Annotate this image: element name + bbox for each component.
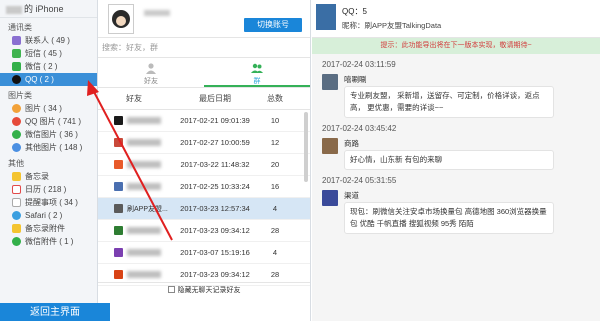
sidebar-item-photos[interactable]: 图片 ( 34 ) (0, 102, 97, 115)
blurred-name (127, 227, 161, 234)
sidebar-item-calendar[interactable]: 日历 ( 218 ) (0, 183, 97, 196)
sender-avatar (322, 190, 338, 206)
account-header: 切换账号 (98, 0, 310, 38)
blurred-name (127, 271, 161, 278)
sidebar-item-other-photos[interactable]: 其他图片 ( 148 ) (0, 141, 97, 154)
message-time: 2017-02-24 03:45:42 (322, 124, 397, 133)
contacts-panel: 切换账号 搜索：好友，群 好友 群 好友 最后日期 总数 2017-02-21 … (98, 0, 311, 321)
qq-icon (12, 75, 21, 84)
chat-message: 嘻唰唰 专业刷友盟， 采新增，送留存、可定制，价格详谈，返点高， 更优惠，需要的… (312, 74, 600, 118)
contact-avatar (114, 182, 123, 191)
contact-avatar (114, 248, 123, 257)
avatar-face-icon (112, 10, 130, 28)
blurred-name (127, 117, 161, 124)
qq-number: QQ：5 (342, 7, 367, 16)
blurred-account-name (144, 10, 170, 16)
device-name[interactable]: 的 iPhone (0, 0, 97, 18)
chat-header: QQ：5 昵称：刷APP友盟TalkingData (312, 0, 600, 38)
message-time: 2017-02-24 03:11:59 (322, 60, 396, 69)
chat-panel: QQ：5 昵称：刷APP友盟TalkingData 提示：此功能导出将在下一版本… (312, 0, 600, 321)
table-row[interactable]: 2017-03-23 09:34:12 28 (98, 220, 310, 242)
sender-avatar (322, 138, 338, 154)
contact-avatar (114, 204, 123, 213)
switch-account-button[interactable]: 切换账号 (244, 18, 302, 32)
person-icon (146, 63, 156, 74)
sms-icon (12, 49, 21, 58)
sidebar-item-wechat[interactable]: 微信 ( 2 ) (0, 60, 97, 73)
table-row[interactable]: 2017-02-25 10:33:24 16 (98, 176, 310, 198)
notes-icon (12, 172, 21, 181)
reminders-icon (12, 198, 21, 207)
sender-name: 嘻唰唰 (344, 75, 367, 84)
col-total[interactable]: 总数 (260, 93, 290, 104)
back-to-main-button[interactable]: 返回主界面 (0, 303, 110, 321)
table-header: 好友 最后日期 总数 (98, 88, 310, 110)
blurred-name (127, 139, 161, 146)
chat-message: 商路 好心情，山东新 有包的来聊 (312, 138, 600, 170)
wechat-icon (12, 62, 21, 71)
message-bubble: 专业刷友盟， 采新增，送留存、可定制，价格详谈，返点高， 更优惠，需要的详谈~~ (344, 86, 554, 118)
notice-banner: 提示：此功能导出将在下一版本实现，敬请期待~ (312, 38, 600, 54)
message-time: 2017-02-24 05:31:55 (322, 176, 397, 185)
contact-avatar (114, 116, 123, 125)
blurred-device-owner (6, 5, 22, 14)
table-row[interactable]: 2017-03-22 11:48:32 20 (98, 154, 310, 176)
sidebar-item-contacts[interactable]: 联系人 ( 49 ) (0, 34, 97, 47)
table-row[interactable]: 2017-02-21 09:01:39 10 (98, 110, 310, 132)
wechat-photos-icon (12, 130, 21, 139)
avatar (108, 4, 134, 34)
friend-group-tabs: 好友 群 (98, 58, 310, 88)
contacts-icon (12, 36, 21, 45)
contacts-table: 2017-02-21 09:01:39 10 2017-02-27 10:00:5… (98, 110, 310, 286)
table-row[interactable]: 2017-03-07 15:19:16 4 (98, 242, 310, 264)
chat-avatar (316, 4, 336, 30)
group-icon (251, 63, 263, 73)
contact-avatar (114, 160, 123, 169)
chat-nickname: 昵称：刷APP友盟TalkingData (342, 21, 442, 30)
blurred-name (127, 249, 161, 256)
col-last-date[interactable]: 最后日期 (170, 93, 260, 104)
qq-photos-icon (12, 117, 21, 126)
wechat-attachments-icon (12, 237, 21, 246)
category-images: 图片类 (8, 91, 32, 100)
other-photos-icon (12, 143, 21, 152)
category-communication: 通讯类 (8, 23, 32, 32)
search-input[interactable]: 搜索：好友，群 (98, 38, 310, 58)
col-friend[interactable]: 好友 (98, 93, 170, 104)
contact-avatar (114, 226, 123, 235)
contact-avatar (114, 270, 123, 279)
table-scrollbar[interactable] (304, 112, 308, 182)
sender-name: 商路 (344, 139, 359, 148)
sidebar-item-wechat-attachments[interactable]: 微信附件 ( 1 ) (0, 235, 97, 248)
message-bubble: 现包：刷微信关注安卓市场换量包 高德地图 360浏览器换量包 优酷 千帆直播 搜… (344, 202, 554, 234)
tab-friends[interactable]: 好友 (98, 58, 204, 87)
photos-icon (12, 104, 21, 113)
calendar-icon (12, 185, 21, 194)
sender-avatar (322, 74, 338, 90)
sidebar-item-qq-photos[interactable]: QQ 图片 ( 741 ) (0, 115, 97, 128)
sender-name: 渠道 (344, 191, 359, 200)
sidebar-item-wechat-photos[interactable]: 微信图片 ( 36 ) (0, 128, 97, 141)
chat-message: 渠道 现包：刷微信关注安卓市场换量包 高德地图 360浏览器换量包 优酷 千帆直… (312, 190, 600, 234)
sidebar: 的 iPhone 通讯类 联系人 ( 49 ) 短信 ( 45 ) 微信 ( 2… (0, 0, 98, 321)
category-other: 其他 (8, 159, 24, 168)
notes-attachments-icon (12, 224, 21, 233)
hide-empty-toggle[interactable]: 隐藏无聊天记录好友 (98, 282, 310, 296)
sidebar-item-notes[interactable]: 备忘录 (0, 170, 97, 183)
sidebar-item-reminders[interactable]: 提醒事项 ( 34 ) (0, 196, 97, 209)
sidebar-item-sms[interactable]: 短信 ( 45 ) (0, 47, 97, 60)
message-bubble: 好心情，山东新 有包的来聊 (344, 150, 554, 170)
table-row[interactable]: 2017-02-27 10:00:59 12 (98, 132, 310, 154)
table-row[interactable]: 刷APP友盟... 2017-03-23 12:57:34 4 (98, 198, 310, 220)
sidebar-item-qq[interactable]: QQ ( 2 ) (0, 73, 97, 86)
blurred-name (127, 161, 161, 168)
contact-avatar (114, 138, 123, 147)
sidebar-item-safari[interactable]: Safari ( 2 ) (0, 209, 97, 222)
tab-groups[interactable]: 群 (204, 58, 310, 87)
safari-icon (12, 211, 21, 220)
checkbox-icon[interactable] (167, 286, 175, 293)
blurred-name (127, 183, 161, 190)
sidebar-item-notes-attachments[interactable]: 备忘录附件 (0, 222, 97, 235)
